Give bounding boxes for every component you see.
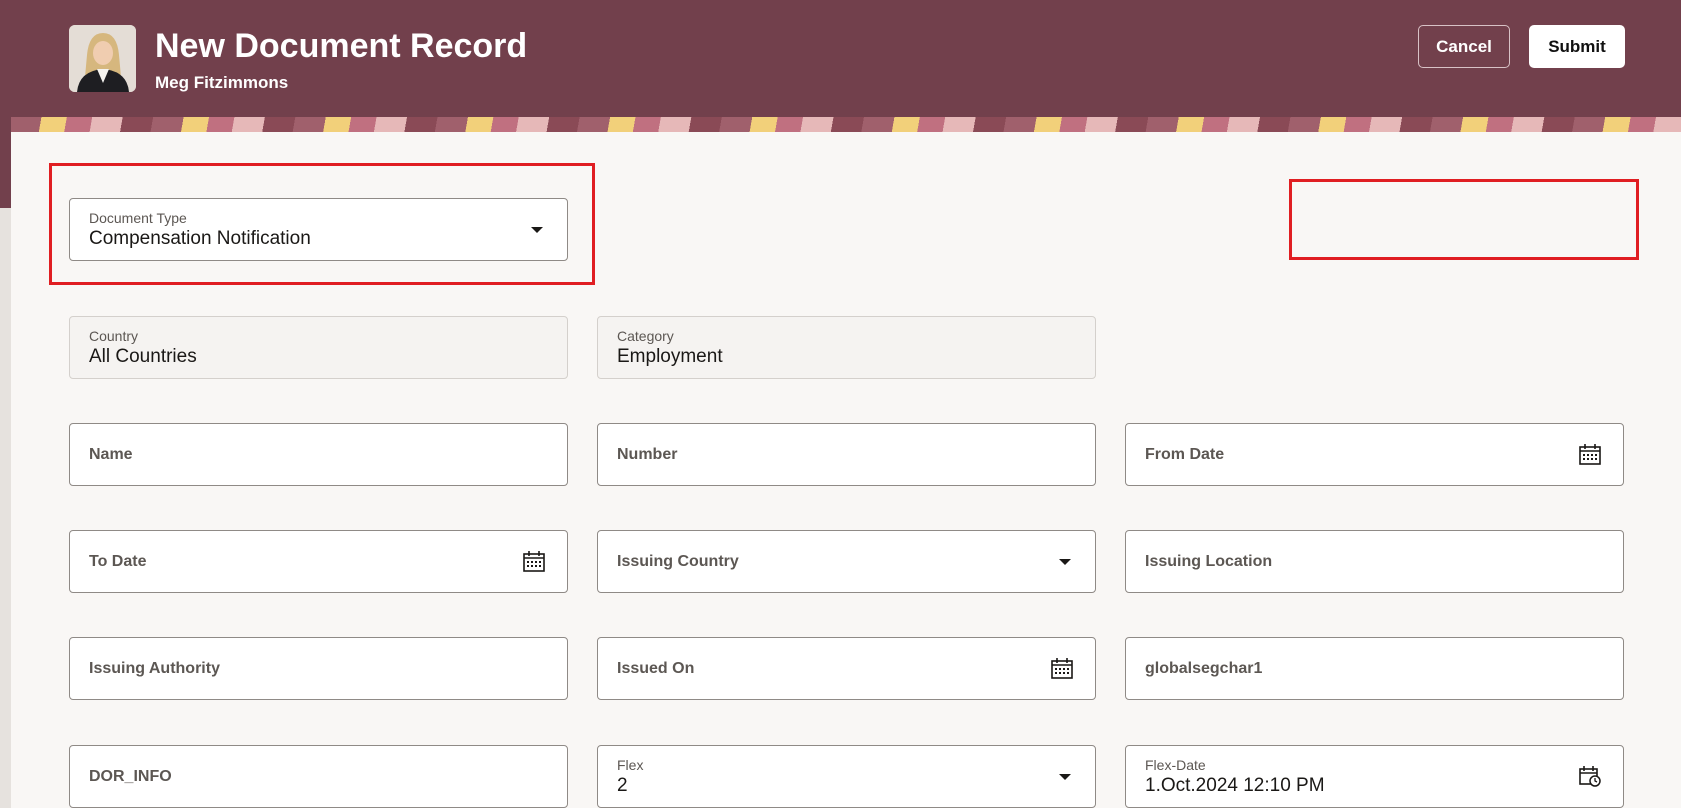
page-title: New Document Record bbox=[155, 27, 528, 65]
field-value: Compensation Notification bbox=[89, 228, 311, 249]
category-field: Category Employment bbox=[597, 316, 1096, 379]
dor-info-input[interactable]: DOR_INFO bbox=[69, 745, 568, 808]
chevron-down-icon bbox=[531, 227, 543, 233]
field-label: Country bbox=[89, 328, 139, 344]
issuing-location-input[interactable]: Issuing Location bbox=[1125, 530, 1624, 593]
person-photo-icon bbox=[69, 25, 136, 92]
country-field: Country All Countries bbox=[69, 316, 568, 379]
calendar-icon[interactable] bbox=[1579, 444, 1601, 465]
field-placeholder: DOR_INFO bbox=[89, 768, 172, 785]
field-value: All Countries bbox=[89, 346, 197, 367]
avatar bbox=[69, 25, 136, 92]
globalsegchar1-input[interactable]: globalsegchar1 bbox=[1125, 637, 1624, 700]
field-placeholder: Issued On bbox=[617, 660, 695, 677]
field-placeholder: Issuing Authority bbox=[89, 660, 220, 677]
field-placeholder: Issuing Location bbox=[1145, 553, 1273, 570]
employee-name: Meg Fitzimmons bbox=[155, 73, 289, 92]
field-value: 1.Oct.2024 12:10 PM bbox=[1145, 775, 1325, 796]
field-placeholder: Issuing Country bbox=[617, 553, 739, 570]
issued-on-input[interactable]: Issued On bbox=[597, 637, 1096, 700]
number-input[interactable]: Number bbox=[597, 423, 1096, 486]
issuing-authority-input[interactable]: Issuing Authority bbox=[69, 637, 568, 700]
field-placeholder: Number bbox=[617, 446, 678, 463]
highlight-box bbox=[1289, 179, 1639, 260]
flex-select[interactable]: Flex 2 bbox=[597, 745, 1096, 808]
chevron-down-icon bbox=[1059, 559, 1071, 565]
field-placeholder: From Date bbox=[1145, 446, 1225, 463]
field-label: Flex bbox=[617, 757, 644, 773]
calendar-icon[interactable] bbox=[1051, 658, 1073, 679]
chevron-down-icon bbox=[1059, 774, 1071, 780]
cancel-button[interactable]: Cancel bbox=[1418, 25, 1510, 68]
decorative-banner bbox=[11, 117, 1681, 132]
field-value: Employment bbox=[617, 346, 723, 367]
field-label: Flex-Date bbox=[1145, 757, 1206, 773]
document-type-select[interactable]: Document Type Compensation Notification bbox=[69, 198, 568, 261]
page-edge bbox=[0, 208, 11, 808]
to-date-input[interactable]: To Date bbox=[69, 530, 568, 593]
flex-date-input[interactable]: Flex-Date 1.Oct.2024 12:10 PM bbox=[1125, 745, 1624, 808]
calendar-clock-icon[interactable] bbox=[1579, 766, 1601, 787]
from-date-input[interactable]: From Date bbox=[1125, 423, 1624, 486]
issuing-country-select[interactable]: Issuing Country bbox=[597, 530, 1096, 593]
submit-button[interactable]: Submit bbox=[1529, 25, 1625, 68]
name-input[interactable]: Name bbox=[69, 423, 568, 486]
calendar-icon[interactable] bbox=[523, 551, 545, 572]
field-placeholder: To Date bbox=[89, 553, 147, 570]
field-placeholder: globalsegchar1 bbox=[1145, 660, 1263, 677]
field-label: Document Type bbox=[89, 210, 187, 226]
field-value: 2 bbox=[617, 775, 628, 796]
field-label: Category bbox=[617, 328, 674, 344]
field-placeholder: Name bbox=[89, 446, 133, 463]
